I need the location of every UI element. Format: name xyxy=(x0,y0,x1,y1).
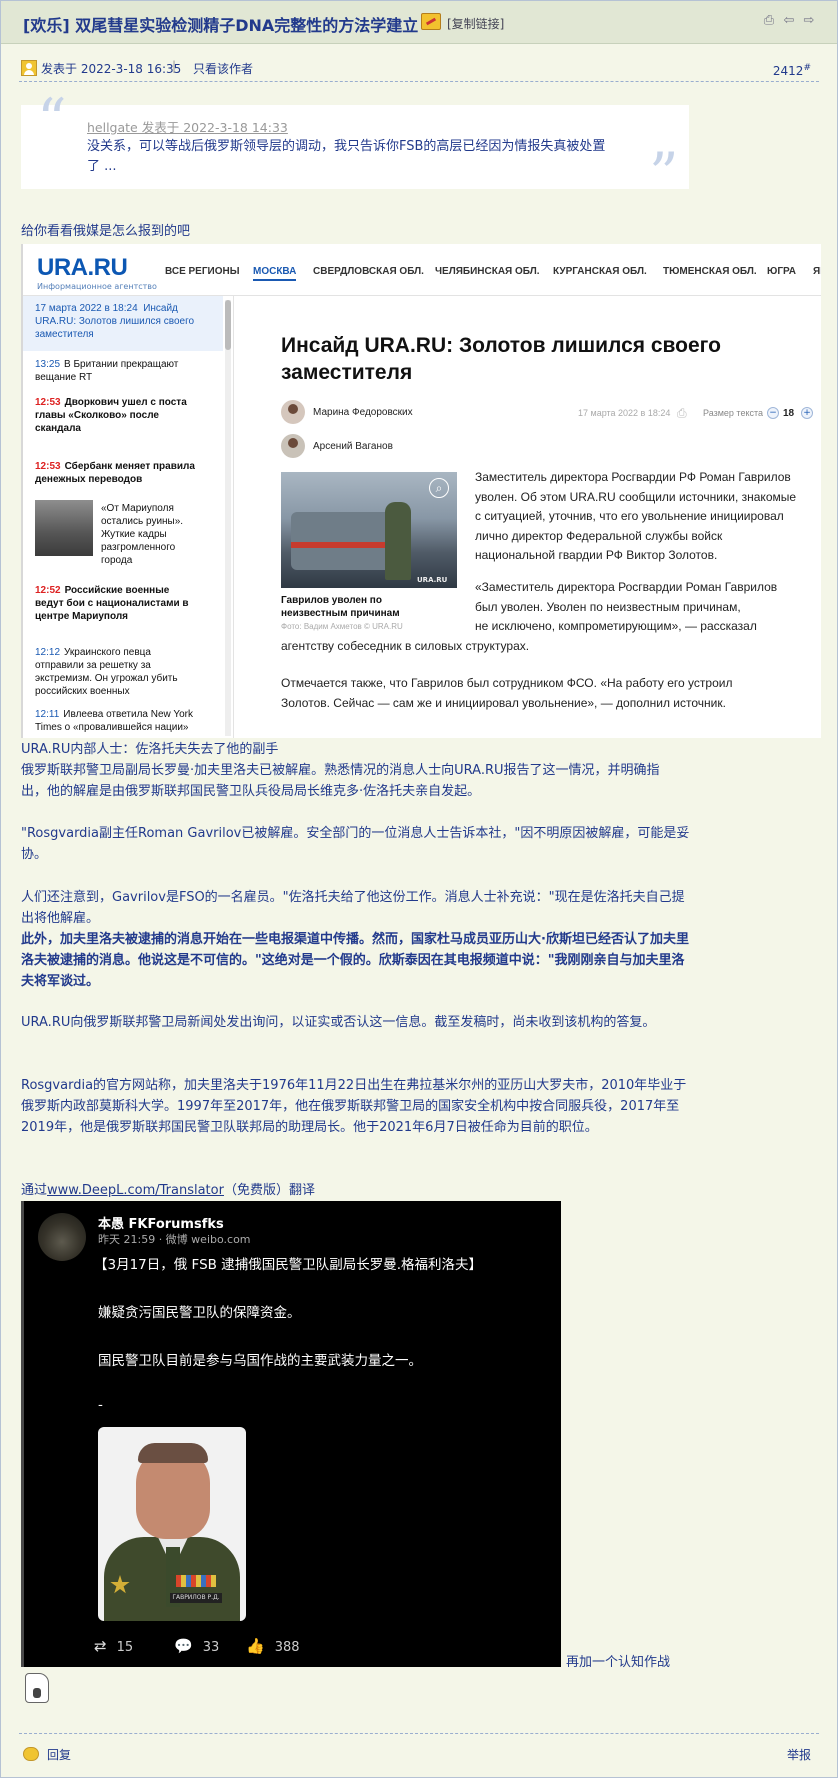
signature-icon xyxy=(25,1673,49,1703)
quote-author-link[interactable]: hellgate 发表于 2022-3-18 14:33 xyxy=(87,117,288,136)
ura-sidebar-item: 17 марта 2022 в 18:24 Инсайд URA.RU: Зол… xyxy=(35,303,195,340)
ura-nav-item: ЮГРА xyxy=(767,266,796,277)
weibo-username: 本愚 FKForumsfks xyxy=(98,1217,224,1232)
ura-sidebar-border xyxy=(233,296,234,738)
quote-text: 没关系，可以等战后俄罗斯领导层的调动，我只告诉你FSB的高层已经因为情报失真被处… xyxy=(87,139,606,174)
translation-paragraph: "Rosgvardia副主任Roman Gavrilov已被解雇。安全部门的一位… xyxy=(21,826,690,862)
ura-nav-item: ЧЕЛЯБИНСКАЯ ОБЛ. xyxy=(435,266,540,277)
translation-paragraph-bold: 此外，加夫里洛夫被逮捕的消息开始在一些电报渠道中传播。然而，国家杜马成员亚历山大… xyxy=(21,932,689,989)
ura-photo-caption: Гаврилов уволен по неизвестным причинам xyxy=(281,595,400,619)
deepl-link[interactable]: www.DeepL.com/Translator xyxy=(47,1183,224,1198)
copy-link-button[interactable]: [复制链接] xyxy=(447,15,504,32)
ura-sidebar-scroll-thumb xyxy=(225,300,231,350)
ura-text-size-minus-icon: − xyxy=(767,407,779,419)
forum-page: [欢乐] 双尾彗星实验检测精子DNA完整性的方法学建立 [复制链接] ⎙ ⇦ ⇨… xyxy=(0,0,838,1778)
ura-body-paragraph: Отмечается также, что Гаврилов был сотру… xyxy=(281,676,733,710)
ura-sidebar-item: 12:53 Дворкович ушел с поста главы «Сколк… xyxy=(35,397,187,434)
weibo-repost-count: ⇄ 15 xyxy=(94,1637,134,1655)
ura-nav-item: ЯМ xyxy=(813,266,821,277)
floor-number[interactable]: 2412# xyxy=(773,63,811,78)
ura-sidebar-item: 13:25 В Британии прекращают вещание RT xyxy=(35,359,179,383)
ura-article-photo: ⌕ URA.RU xyxy=(281,472,457,588)
ura-text-size-value: 18 xyxy=(783,408,795,419)
ura-sidebar-thumbnail xyxy=(35,500,93,556)
ura-logo: URA.RU xyxy=(37,254,128,281)
meta-separator: | xyxy=(172,59,177,73)
ura-tagline: Информационное агентство xyxy=(37,282,157,291)
quote-open-icon: “ xyxy=(37,86,67,154)
photo-watermark: URA.RU xyxy=(417,576,448,584)
ura-nav-item: СВЕРДЛОВСКАЯ ОБЛ. xyxy=(313,266,424,277)
translation-block: URA.RU内部人士：佐洛托夫失去了他的副手 俄罗斯联邦警卫局副局长罗曼·加夫里… xyxy=(21,739,681,802)
ura-text-size-label: Размер текста xyxy=(703,408,764,418)
ura-headline: Инсайд URA.RU: Золотов лишился своего за… xyxy=(281,334,721,384)
photo-medal-bar xyxy=(176,1575,216,1587)
translation-paragraph: 人们还注意到，Gavrilov是FSO的一名雇员。"佐洛托夫给了他这份工作。消息… xyxy=(21,890,685,926)
photo-name-tag: ГАВРИЛОВ Р.Д. xyxy=(170,1593,222,1603)
weibo-like-count: 👍 388 xyxy=(246,1637,300,1655)
prev-thread-icon[interactable]: ⇦ xyxy=(781,13,797,29)
ura-body-paragraph: агентству собеседник в силовых структура… xyxy=(281,639,530,653)
translation-paragraph: URA.RU向俄罗斯联邦警卫局新闻处发出询问，以证实或否认这一信息。截至发稿时，… xyxy=(21,1015,656,1030)
reply-icon[interactable] xyxy=(23,1747,39,1761)
post-intro: 给你看看俄媒是怎么报到的吧 xyxy=(21,224,191,239)
like-icon: 👍 xyxy=(246,1637,265,1655)
ura-nav-item: ВСЕ РЕГИОНЫ xyxy=(165,266,240,277)
weibo-comment-count: 💬 33 xyxy=(174,1637,220,1655)
ura-sidebar: 17 марта 2022 в 18:24 Инсайд URA.RU: Зол… xyxy=(23,296,233,738)
weibo-text-line: 【3月17日，俄 FSB 逮捕俄国民警卫队副局长罗曼.格福利洛夫】 xyxy=(94,1257,482,1273)
translation-paragraph: 俄罗斯联邦警卫局副局长罗曼·加夫里洛夫已被解雇。熟悉情况的消息人士向URA.RU… xyxy=(21,763,660,799)
ura-nav-item: ТЮМЕНСКАЯ ОБЛ. xyxy=(663,266,757,277)
ura-author-avatar xyxy=(281,434,305,458)
ura-sidebar-item: 12:52 Российские военные ведут бои с наци… xyxy=(35,585,189,622)
report-button[interactable]: 举报 xyxy=(787,1746,811,1763)
weibo-post-time: 昨天 21:59 · 微博 weibo.com xyxy=(98,1233,251,1246)
ura-sidebar-item: «От Мариуполя остались руины». Жуткие ка… xyxy=(101,503,184,566)
ura-author-avatar xyxy=(281,400,305,424)
next-thread-icon[interactable]: ⇨ xyxy=(801,13,817,29)
zoom-icon: ⌕ xyxy=(429,478,449,498)
thread-title: [欢乐] 双尾彗星实验检测精子DNA完整性的方法学建立 xyxy=(23,16,419,35)
weibo-officer-photo: ГАВРИЛОВ Р.Д. xyxy=(98,1427,246,1621)
ura-nav-item: КУРГАНСКАЯ ОБЛ. xyxy=(553,266,647,277)
weibo-avatar xyxy=(38,1213,86,1261)
photo-soldier xyxy=(385,502,411,580)
ura-screenshot-image: URA.RU Информационное агентство ВСЕ РЕГИ… xyxy=(21,244,821,738)
ura-photo-credit: Фото: Вадим Ахметов © URA.RU xyxy=(281,622,403,631)
user-online-icon xyxy=(21,60,37,76)
ura-sidebar-item: 12:53 Сбербанк меняет правила денежных пе… xyxy=(35,461,195,485)
ura-sidebar-item: 12:11 Ивлеева ответила New York Times о «… xyxy=(35,709,194,733)
ura-date: 17 марта 2022 в 18:24 xyxy=(578,408,671,418)
translation-title: URA.RU内部人士：佐洛托夫失去了他的副手 xyxy=(21,742,279,757)
thread-badge-icon xyxy=(421,13,441,30)
ura-nav-item-active: МОСКВА xyxy=(253,266,297,281)
ura-sidebar-item: 12:12 Украинского певца отправили за реше… xyxy=(35,647,178,697)
ura-body-paragraph: «Заместитель директора Росгвардии Роман … xyxy=(475,580,778,633)
print-icon[interactable]: ⎙ xyxy=(761,13,777,29)
weibo-text-line: 国民警卫队目前是参与乌国作战的主要武装力量之一。 xyxy=(98,1353,422,1369)
ura-body-paragraph: Заместитель директора Росгвардии РФ Рома… xyxy=(475,470,797,562)
after-image-text: 再加一个认知作战 xyxy=(566,1655,671,1670)
reply-button[interactable]: 回复 xyxy=(47,1746,71,1763)
only-author-link[interactable]: 只看该作者 xyxy=(193,60,253,77)
post-time: 发表于 2022-3-18 16:35 xyxy=(41,62,182,76)
quote-close-icon: ” xyxy=(649,140,679,208)
ura-text-size-plus-icon: + xyxy=(801,407,813,419)
photo-hair xyxy=(138,1443,208,1463)
ura-author-name: Марина Федоровских xyxy=(313,407,413,418)
meta-divider xyxy=(19,81,819,82)
translation-paragraph: Rosgvardia的官方网站称，加夫里洛夫于1976年11月22日出生在弗拉基… xyxy=(21,1078,687,1135)
repost-icon: ⇄ xyxy=(94,1637,107,1655)
ura-author-name: Арсений Ваганов xyxy=(313,441,393,452)
weibo-text-line: 嫌疑贪污国民警卫队的保障资金。 xyxy=(98,1305,301,1321)
quote-block: “ hellgate 发表于 2022-3-18 14:33 没关系，可以等战后… xyxy=(21,91,689,203)
ura-print-icon: ⎙ xyxy=(677,406,687,420)
comment-icon: 💬 xyxy=(174,1637,193,1655)
footer-divider xyxy=(19,1733,819,1734)
ura-sidebar-scrollbar xyxy=(225,300,231,736)
thread-header: [欢乐] 双尾彗星实验检测精子DNA完整性的方法学建立 [复制链接] ⎙ ⇦ ⇨ xyxy=(1,1,837,44)
weibo-text-line: - xyxy=(98,1397,103,1413)
deepl-credit: 通过www.DeepL.com/Translator（免费版）翻译 xyxy=(21,1183,315,1198)
weibo-screenshot-image: 本愚 FKForumsfks 昨天 21:59 · 微博 weibo.com 【… xyxy=(21,1201,561,1667)
